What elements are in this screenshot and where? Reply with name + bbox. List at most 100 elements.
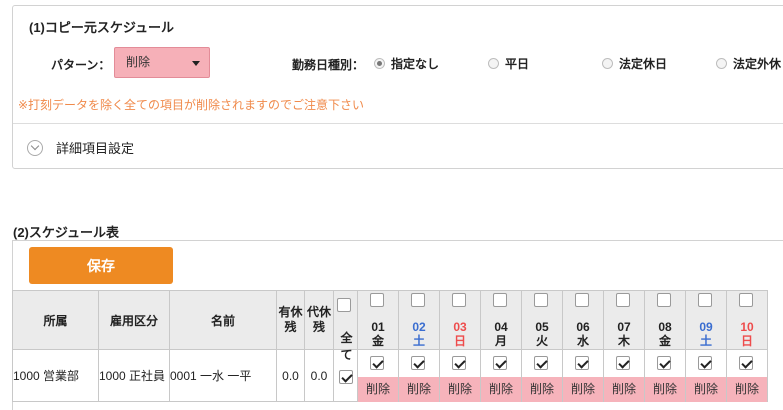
radio-icon[interactable] — [716, 58, 727, 69]
day-checkbox[interactable] — [739, 293, 753, 307]
header-name: 名前 — [169, 290, 277, 350]
cell-checkbox[interactable] — [657, 356, 671, 370]
cell-checkbox[interactable] — [616, 356, 630, 370]
cell-checkbox[interactable] — [739, 356, 753, 370]
day-checkbox[interactable] — [411, 293, 425, 307]
daytype-radio-unspecified[interactable]: 指定なし — [374, 55, 439, 72]
header-comp-leave-line2: 残 — [312, 320, 325, 334]
detail-settings-label: 詳細項目設定 — [56, 141, 135, 156]
daytype-label: 勤務日種別： — [292, 58, 365, 72]
select-all-checkbox[interactable] — [337, 298, 351, 312]
day-cell-06: 削除 — [562, 349, 604, 402]
pattern-select-value: 削除 — [126, 55, 151, 69]
caret-down-icon — [192, 61, 200, 66]
header-day-05: 05 火 — [521, 290, 563, 350]
daytype-radio-weekday[interactable]: 平日 — [488, 55, 529, 72]
cell-checkbox[interactable] — [370, 356, 384, 370]
cell-op-label[interactable]: 削除 — [686, 377, 726, 402]
day-checkbox[interactable] — [657, 293, 671, 307]
header-day-09: 09 土 — [685, 290, 727, 350]
header-comp-leave: 代休 残 — [304, 290, 334, 350]
day-weekday: 火 — [535, 334, 548, 348]
row-dept: 1000 営業部 — [12, 349, 99, 402]
save-button[interactable]: 保存 — [29, 247, 173, 284]
day-cell-09: 削除 — [685, 349, 727, 402]
header-comp-leave-line1: 代休 — [306, 305, 331, 319]
cell-op-label[interactable]: 削除 — [727, 377, 767, 402]
row-paid-leave: 0.0 — [276, 349, 305, 402]
cell-op-label[interactable]: 削除 — [481, 377, 521, 402]
day-weekday: 金 — [658, 334, 671, 348]
day-number: 06 — [576, 320, 590, 334]
cell-checkbox[interactable] — [575, 356, 589, 370]
day-number: 10 — [740, 320, 754, 334]
cell-op-label[interactable]: 削除 — [358, 377, 398, 402]
cell-checkbox[interactable] — [534, 356, 548, 370]
pattern-select[interactable]: 削除 — [114, 47, 210, 78]
day-weekday: 月 — [494, 334, 507, 348]
row-comp-leave: 0.0 — [304, 349, 334, 402]
daytype-radio-legal-holiday[interactable]: 法定休日 — [602, 55, 667, 72]
day-checkbox[interactable] — [452, 293, 466, 307]
pattern-label: パターン： — [51, 58, 111, 72]
day-number: 07 — [617, 320, 631, 334]
cell-op-label[interactable]: 削除 — [440, 377, 480, 402]
header-day-07: 07 木 — [603, 290, 645, 350]
header-day-01: 01 金 — [357, 290, 399, 350]
delete-warning: ※打刻データを除く全ての項目が削除されますのでご注意下さい — [18, 98, 365, 112]
day-checkbox[interactable] — [534, 293, 548, 307]
table-header-row: 所属 雇用区分 名前 有休 残 代休 残 全て 01 金 02 土 03 日 04 月 … — [12, 290, 768, 362]
cell-op-label[interactable]: 削除 — [604, 377, 644, 402]
header-day-10: 10 日 — [726, 290, 768, 350]
radio-selected-icon[interactable] — [374, 58, 385, 69]
header-day-04: 04 月 — [480, 290, 522, 350]
cell-op-label[interactable]: 削除 — [522, 377, 562, 402]
day-number: 01 — [371, 320, 385, 334]
day-number: 08 — [658, 320, 672, 334]
day-checkbox[interactable] — [493, 293, 507, 307]
day-cell-05: 削除 — [521, 349, 563, 402]
day-cell-08: 削除 — [644, 349, 686, 402]
table-row: 1000 営業部 1000 正社員 0001 一水 一平 0.0 0.0 削除 … — [12, 349, 768, 402]
day-weekday: 土 — [699, 334, 712, 348]
radio-label: 指定なし — [391, 57, 440, 71]
day-cell-03: 削除 — [439, 349, 481, 402]
cell-op-label[interactable]: 削除 — [399, 377, 439, 402]
day-weekday: 土 — [412, 334, 425, 348]
radio-icon[interactable] — [488, 58, 499, 69]
cell-checkbox[interactable] — [411, 356, 425, 370]
day-checkbox[interactable] — [616, 293, 630, 307]
radio-label: 法定外休 — [733, 57, 782, 71]
day-checkbox[interactable] — [575, 293, 589, 307]
chevron-down-circle-icon[interactable] — [27, 139, 43, 156]
cell-op-label[interactable]: 削除 — [645, 377, 685, 402]
header-day-08: 08 金 — [644, 290, 686, 350]
cell-op-label[interactable]: 削除 — [563, 377, 603, 402]
day-checkbox[interactable] — [698, 293, 712, 307]
daytype-radio-nonlegal-holiday[interactable]: 法定外休 — [716, 55, 781, 72]
header-paid-leave-line1: 有休 — [278, 305, 303, 319]
day-cell-04: 削除 — [480, 349, 522, 402]
copy-source-panel: (1)コピー元スケジュール パターン： 削除 勤務日種別： 指定なし 平日 法定… — [12, 5, 783, 169]
day-checkbox[interactable] — [370, 293, 384, 307]
divider — [13, 123, 783, 124]
header-day-03: 03 日 — [439, 290, 481, 350]
header-all: 全て — [333, 290, 358, 362]
schedule-table: 所属 雇用区分 名前 有休 残 代休 残 全て 01 金 02 土 03 日 04 月 … — [12, 290, 768, 402]
schedule-table-title: (2)スケジュール表 — [13, 225, 119, 240]
row-all-checkbox[interactable] — [339, 370, 353, 384]
detail-settings-toggle[interactable]: 詳細項目設定 — [27, 138, 134, 157]
radio-icon[interactable] — [602, 58, 613, 69]
day-weekday: 金 — [371, 334, 384, 348]
row-name: 0001 一水 一平 — [169, 349, 277, 402]
cell-checkbox[interactable] — [452, 356, 466, 370]
day-number: 03 — [453, 320, 467, 334]
radio-label: 法定休日 — [619, 57, 668, 71]
day-cell-01: 削除 — [357, 349, 399, 402]
cell-checkbox[interactable] — [493, 356, 507, 370]
row-employment: 1000 正社員 — [98, 349, 170, 402]
cell-checkbox[interactable] — [698, 356, 712, 370]
day-weekday: 水 — [576, 334, 589, 348]
day-cell-07: 削除 — [603, 349, 645, 402]
row-all-cell — [333, 349, 358, 402]
